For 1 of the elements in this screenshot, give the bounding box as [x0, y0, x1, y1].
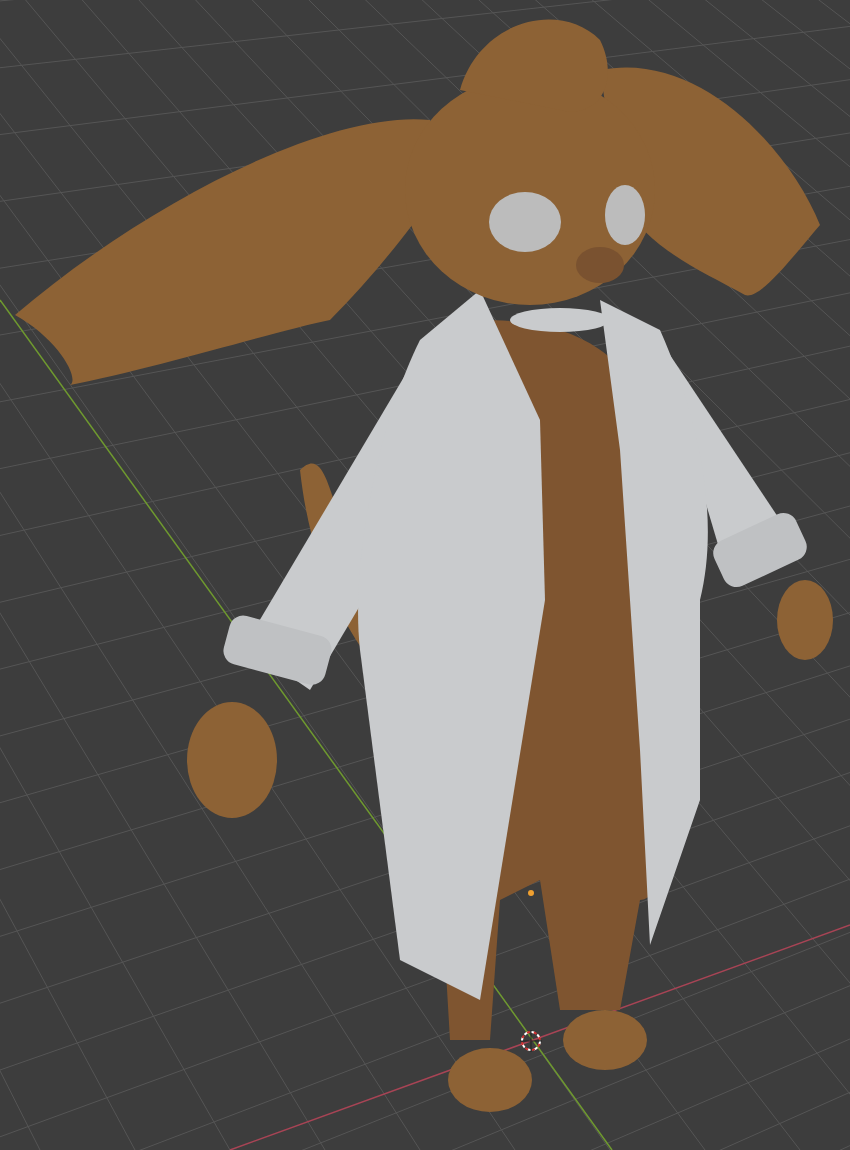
cursor-3d-icon[interactable]	[519, 1029, 543, 1053]
